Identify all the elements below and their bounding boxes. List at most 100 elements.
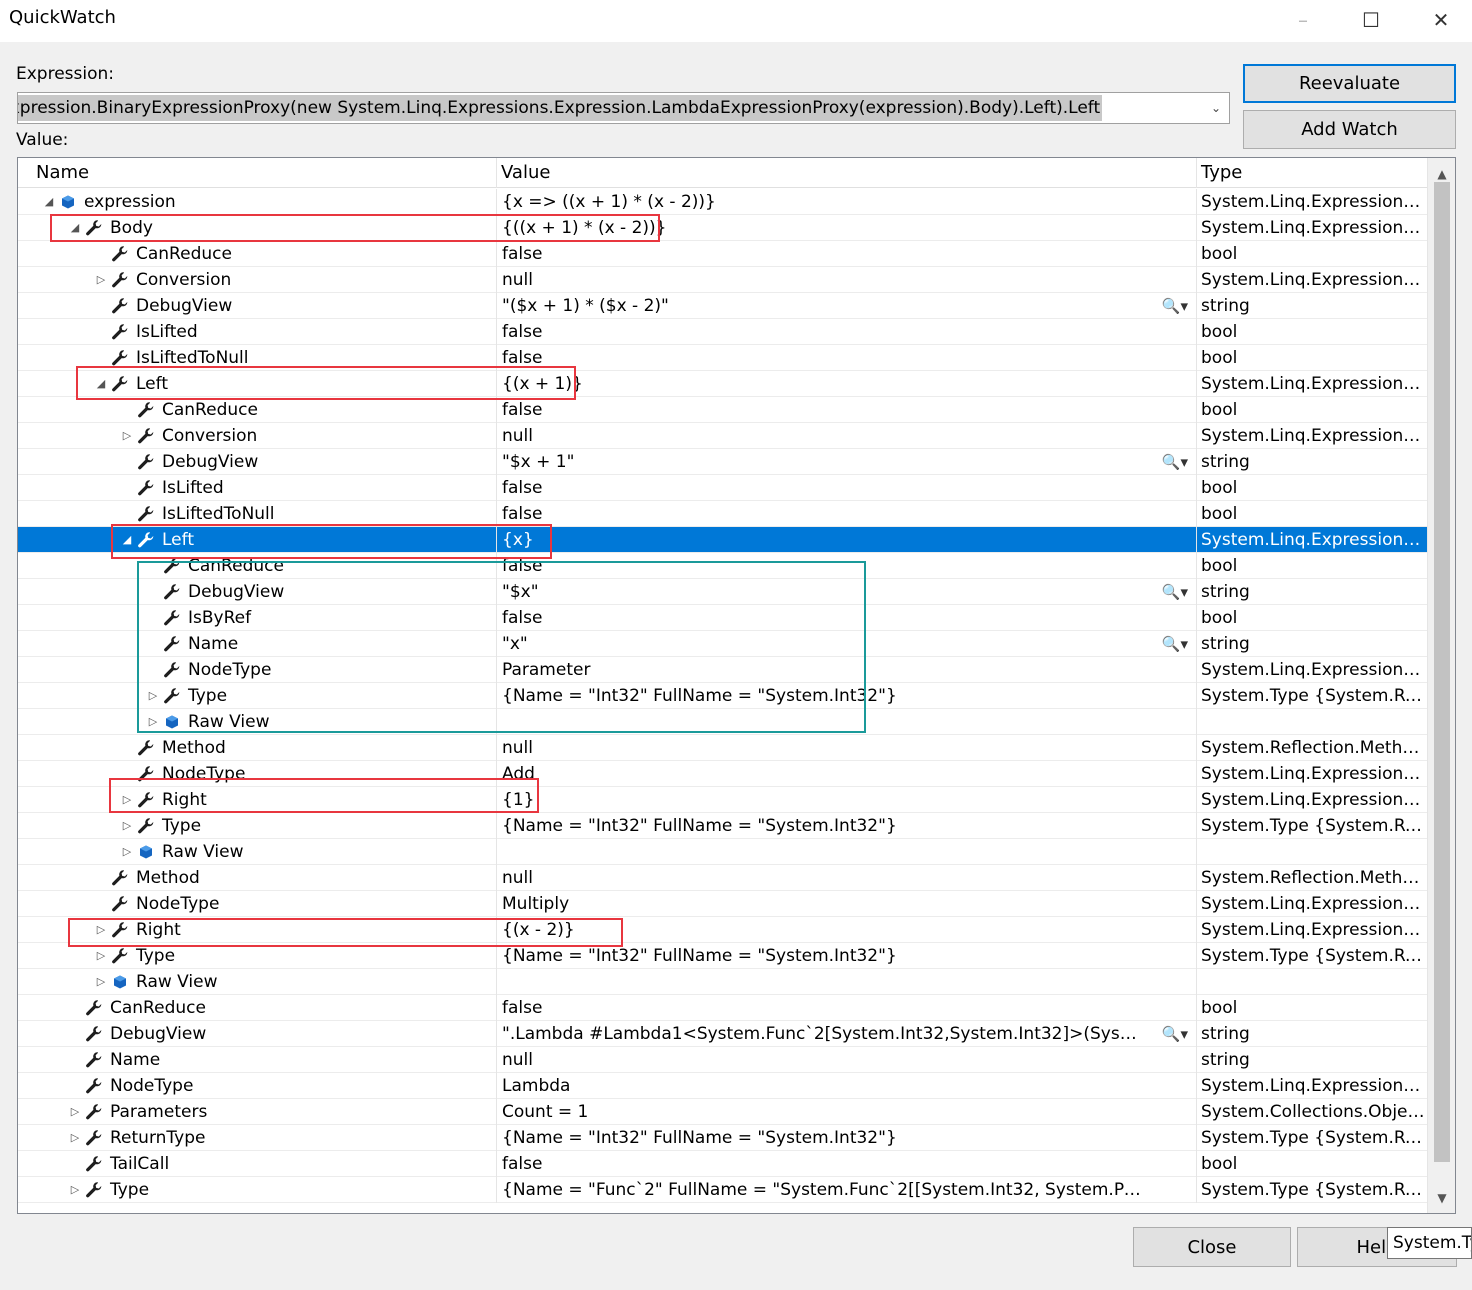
magnifier-icon[interactable]: 🔍▾	[1162, 293, 1188, 319]
table-row[interactable]: ▷ Raw View	[18, 839, 1427, 865]
reevaluate-button[interactable]: Reevaluate	[1243, 64, 1456, 103]
value-cell[interactable]: null	[497, 865, 1197, 891]
minimize-button[interactable]: –	[1280, 0, 1326, 40]
table-row[interactable]: ▷ Right {(x - 2)} System.Linq.Expressions.E…	[18, 917, 1427, 943]
table-row[interactable]: NodeType Add System.Linq.Expressions.Ex...	[18, 761, 1427, 787]
table-row[interactable]: ◢ Body {((x + 1) * (x - 2))} System.Linq.Ex…	[18, 215, 1427, 241]
value-cell[interactable]: "x" 🔍▾	[497, 631, 1197, 657]
value-cell[interactable]: false	[497, 1151, 1197, 1177]
expand-arrow-icon[interactable]: ▷	[146, 709, 160, 735]
expand-arrow-icon[interactable]: ▷	[68, 1177, 82, 1203]
table-row[interactable]: ◢ Left {x} System.Linq.Expressions.Ex...	[18, 527, 1427, 553]
close-window-button[interactable]: ✕	[1418, 0, 1464, 40]
value-cell[interactable]: false	[497, 995, 1197, 1021]
expand-arrow-icon[interactable]: ▷	[120, 423, 134, 449]
value-cell[interactable]: false	[497, 501, 1197, 527]
table-row[interactable]: ▷ Type {Name = "Int32" FullName = "System.…	[18, 813, 1427, 839]
table-row[interactable]: Name null string	[18, 1047, 1427, 1073]
value-cell[interactable]: {(x - 2)}	[497, 917, 1197, 943]
value-cell[interactable]: {((x + 1) * (x - 2))}	[497, 215, 1197, 241]
column-header-type[interactable]: Type	[1197, 158, 1427, 188]
table-row[interactable]: Name "x" 🔍▾ string	[18, 631, 1427, 657]
chevron-down-icon[interactable]: ⌄	[1203, 93, 1229, 123]
table-row[interactable]: NodeType Multiply System.Linq.Expressions.…	[18, 891, 1427, 917]
value-cell[interactable]: {Name = "Int32" FullName = "System.Int32…	[497, 813, 1197, 839]
watch-grid[interactable]: Name Value Type ◢ expression {x => ((x + 1…	[17, 157, 1456, 1214]
table-row[interactable]: DebugView "$x + 1" 🔍▾ string	[18, 449, 1427, 475]
table-row[interactable]: TailCall false bool	[18, 1151, 1427, 1177]
value-cell[interactable]: Parameter	[497, 657, 1197, 683]
table-row[interactable]: IsByRef false bool	[18, 605, 1427, 631]
vertical-scrollbar[interactable]: ▲ ▼	[1427, 158, 1455, 1213]
value-cell[interactable]: {x => ((x + 1) * (x - 2))}	[497, 189, 1197, 215]
table-row[interactable]: Method null System.Reflection.MethodI...	[18, 865, 1427, 891]
collapse-arrow-icon[interactable]: ◢	[120, 527, 134, 553]
value-cell[interactable]: false	[497, 241, 1197, 267]
value-cell[interactable]: null	[497, 735, 1197, 761]
table-row[interactable]: DebugView ".Lambda #Lambda1<System.Func`2…	[18, 1021, 1427, 1047]
table-row[interactable]: ◢ Left {(x + 1)} System.Linq.Expressions.Ex…	[18, 371, 1427, 397]
table-row[interactable]: IsLiftedToNull false bool	[18, 501, 1427, 527]
collapse-arrow-icon[interactable]: ◢	[42, 189, 56, 215]
table-row[interactable]: CanReduce false bool	[18, 995, 1427, 1021]
value-cell[interactable]: {Name = "Int32" FullName = "System.Int32…	[497, 683, 1197, 709]
table-row[interactable]: ▷ Parameters Count = 1 System.Collections.O…	[18, 1099, 1427, 1125]
expand-arrow-icon[interactable]: ▷	[120, 839, 134, 865]
table-row[interactable]: CanReduce false bool	[18, 397, 1427, 423]
add-watch-button[interactable]: Add Watch	[1243, 110, 1456, 149]
value-cell[interactable]: {Name = "Int32" FullName = "System.Int32…	[497, 943, 1197, 969]
expression-input[interactable]: Expression.BinaryExpressionProxy(new Sys…	[18, 95, 1103, 121]
value-cell[interactable]: Lambda	[497, 1073, 1197, 1099]
table-row[interactable]: ▷ Conversion null System.Linq.Expressions.L…	[18, 267, 1427, 293]
value-cell[interactable]: Multiply	[497, 891, 1197, 917]
value-cell[interactable]	[497, 709, 1197, 735]
table-row[interactable]: ▷ ReturnType {Name = "Int32" FullName = "S…	[18, 1125, 1427, 1151]
table-row[interactable]: ▷ Type {Name = "Func`2" FullName = "System…	[18, 1177, 1427, 1203]
scroll-down-icon[interactable]: ▼	[1428, 1186, 1455, 1210]
scroll-thumb[interactable]	[1434, 182, 1450, 1162]
expand-arrow-icon[interactable]: ▷	[94, 943, 108, 969]
table-row[interactable]: ▷ Right {1} System.Linq.Expressions.Ex...	[18, 787, 1427, 813]
table-row[interactable]: IsLifted false bool	[18, 475, 1427, 501]
table-row[interactable]: ▷ Raw View	[18, 709, 1427, 735]
table-row[interactable]: Method null System.Reflection.MethodI...	[18, 735, 1427, 761]
value-cell[interactable]: "($x + 1) * ($x - 2)" 🔍▾	[497, 293, 1197, 319]
table-row[interactable]: CanReduce false bool	[18, 553, 1427, 579]
table-row[interactable]: ▷ Type {Name = "Int32" FullName = "System.…	[18, 943, 1427, 969]
table-row[interactable]: CanReduce false bool	[18, 241, 1427, 267]
value-cell[interactable]: {1}	[497, 787, 1197, 813]
value-cell[interactable]: {Name = "Func`2" FullName = "System.Func…	[497, 1177, 1197, 1203]
value-cell[interactable]: {x}	[497, 527, 1197, 553]
value-cell[interactable]: "$x + 1" 🔍▾	[497, 449, 1197, 475]
value-cell[interactable]: false	[497, 345, 1197, 371]
value-cell[interactable]: false	[497, 475, 1197, 501]
magnifier-icon[interactable]: 🔍▾	[1162, 1021, 1188, 1047]
expand-arrow-icon[interactable]: ▷	[94, 969, 108, 995]
expand-arrow-icon[interactable]: ▷	[120, 787, 134, 813]
magnifier-icon[interactable]: 🔍▾	[1162, 579, 1188, 605]
table-row[interactable]: ◢ expression {x => ((x + 1) * (x - 2))} Sys…	[18, 189, 1427, 215]
magnifier-icon[interactable]: 🔍▾	[1162, 631, 1188, 657]
column-header-name[interactable]: Name	[18, 158, 497, 188]
table-row[interactable]: ▷ Conversion null System.Linq.Expressions.L…	[18, 423, 1427, 449]
expression-combobox[interactable]: Expression.BinaryExpressionProxy(new Sys…	[17, 92, 1230, 124]
expand-arrow-icon[interactable]: ▷	[68, 1125, 82, 1151]
table-row[interactable]: IsLiftedToNull false bool	[18, 345, 1427, 371]
value-cell[interactable]: null	[497, 1047, 1197, 1073]
expand-arrow-icon[interactable]: ▷	[120, 813, 134, 839]
value-cell[interactable]: Count = 1	[497, 1099, 1197, 1125]
table-row[interactable]: DebugView "($x + 1) * ($x - 2)" 🔍▾ string	[18, 293, 1427, 319]
value-cell[interactable]	[497, 969, 1197, 995]
value-cell[interactable]: false	[497, 319, 1197, 345]
value-cell[interactable]: Add	[497, 761, 1197, 787]
value-cell[interactable]: false	[497, 605, 1197, 631]
table-row[interactable]: NodeType Lambda System.Linq.Expressions.Ex…	[18, 1073, 1427, 1099]
value-cell[interactable]	[497, 839, 1197, 865]
collapse-arrow-icon[interactable]: ◢	[94, 371, 108, 397]
expand-arrow-icon[interactable]: ▷	[146, 683, 160, 709]
value-cell[interactable]: null	[497, 267, 1197, 293]
value-cell[interactable]: {(x + 1)}	[497, 371, 1197, 397]
value-cell[interactable]: "$x" 🔍▾	[497, 579, 1197, 605]
expand-arrow-icon[interactable]: ▷	[94, 917, 108, 943]
collapse-arrow-icon[interactable]: ◢	[68, 215, 82, 241]
